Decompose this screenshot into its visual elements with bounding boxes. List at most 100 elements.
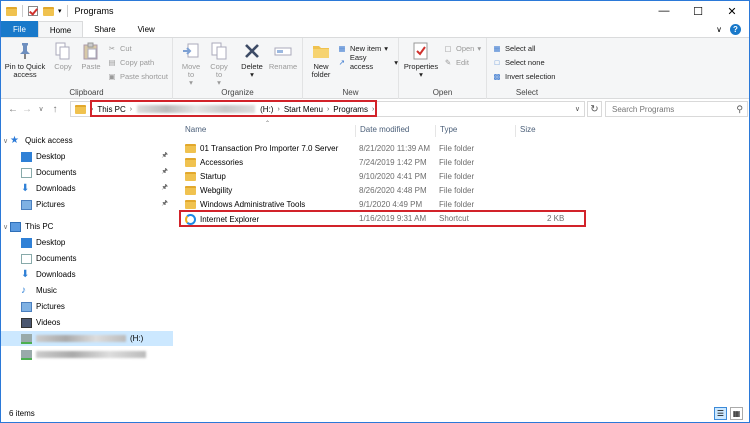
properties-icon	[411, 41, 431, 61]
column-date-modified[interactable]: Date modified	[355, 125, 409, 137]
tab-share[interactable]: Share	[83, 21, 126, 38]
pin-icon	[15, 41, 35, 61]
nav-pc-music[interactable]: ♪ Music	[1, 283, 173, 298]
invert-selection-button[interactable]: ▩ Invert selection	[492, 70, 555, 82]
documents-icon	[21, 167, 32, 178]
edit-icon: ✎	[444, 57, 452, 67]
item-count: 6 items	[9, 409, 35, 418]
rename-icon	[273, 41, 293, 61]
open-button[interactable]: ▢ Open ▾	[443, 42, 481, 54]
quick-access-toolbar: ▾	[1, 5, 71, 17]
nav-network-drive-2[interactable]	[1, 347, 173, 362]
nav-this-pc[interactable]: ∨ This PC	[1, 219, 173, 234]
qat-dropdown-icon[interactable]: ▾	[58, 7, 62, 15]
music-icon: ♪	[21, 284, 26, 296]
new-item-icon: ▦	[338, 43, 346, 53]
group-new: New folder ▦ New item ▾ ↗ Easy access ▾ …	[303, 38, 399, 99]
rename-button[interactable]: Rename	[269, 41, 297, 71]
new-folder-icon	[311, 41, 331, 61]
copy-button[interactable]: Copy	[51, 41, 75, 71]
window-title: Programs	[74, 6, 114, 16]
nav-qa-desktop[interactable]: Desktop 🖈	[1, 149, 173, 164]
pin-quick-access-button[interactable]: Pin to Quick access	[4, 41, 46, 79]
folder-icon	[185, 200, 196, 209]
ribbon-expand-icon[interactable]: ∨	[716, 25, 722, 34]
folder-icon	[185, 144, 196, 153]
tab-home[interactable]: Home	[37, 21, 84, 38]
expanded-chevron-icon[interactable]: ∨	[1, 137, 10, 145]
back-arrow-icon[interactable]: ←	[6, 104, 20, 115]
new-folder-icon[interactable]	[43, 6, 54, 16]
group-select: ▦ Select all □ Select none ▩ Invert sele…	[487, 38, 567, 99]
tab-view[interactable]: View	[127, 21, 166, 38]
up-arrow-icon[interactable]: ↑	[48, 104, 62, 115]
select-label: Select	[515, 88, 539, 97]
refresh-button[interactable]: ↻	[587, 101, 602, 117]
edit-button[interactable]: ✎ Edit	[443, 56, 469, 68]
pinned-icon: 🖈	[161, 168, 168, 175]
file-row[interactable]: Startup 9/10/2020 4:41 PM File folder	[181, 170, 581, 184]
nav-qa-downloads[interactable]: ⬇ Downloads 🖈	[1, 181, 173, 196]
select-none-icon: □	[494, 57, 500, 67]
copy-path-button[interactable]: ▤ Copy path	[107, 56, 154, 68]
paste-shortcut-button[interactable]: ▣ Paste shortcut	[107, 70, 168, 82]
star-icon: ★	[10, 134, 19, 146]
nav-pc-pictures[interactable]: Pictures	[1, 299, 173, 314]
copy-to-button[interactable]: Copy to ▾	[207, 41, 231, 87]
select-none-button[interactable]: □ Select none	[492, 56, 545, 68]
search-box[interactable]: ⚲	[605, 101, 748, 117]
file-row[interactable]: 01 Transaction Pro Importer 7.0 Server 8…	[181, 142, 581, 156]
delete-button[interactable]: Delete ▾	[239, 41, 265, 79]
recent-locations-icon[interactable]: ∨	[34, 105, 48, 113]
column-type[interactable]: Type	[435, 125, 457, 137]
move-to-icon	[181, 41, 201, 61]
properties-check-icon[interactable]	[28, 6, 38, 16]
nav-pc-videos[interactable]: Videos	[1, 315, 173, 330]
file-row[interactable]: Accessories 7/24/2019 1:42 PM File folde…	[181, 156, 581, 170]
paste-button[interactable]: Paste	[79, 41, 103, 71]
forward-arrow-icon[interactable]: →	[20, 104, 34, 115]
copy-icon	[53, 41, 73, 61]
address-dropdown-icon[interactable]: ∨	[575, 105, 580, 113]
easy-access-button[interactable]: ↗ Easy access ▾	[337, 53, 398, 71]
ribbon: Pin to Quick access Copy Paste ✂ Cut ▤ C…	[1, 37, 749, 99]
nav-network-drive[interactable]: (H:)	[1, 331, 173, 346]
properties-button[interactable]: Properties ▾	[403, 41, 439, 79]
open-label: Open	[432, 88, 453, 97]
details-view-icon[interactable]: ☰	[714, 407, 727, 420]
downloads-icon: ⬇	[21, 268, 30, 280]
select-all-icon: ▦	[493, 43, 501, 53]
large-icons-view-icon[interactable]: ▦	[730, 407, 743, 420]
navigation-pane: ∨ ★ Quick access Desktop 🖈 Documents 🖈 ⬇…	[1, 125, 173, 400]
select-all-button[interactable]: ▦ Select all	[492, 42, 535, 54]
highlight-internet-explorer	[179, 210, 586, 227]
tab-file[interactable]: File	[1, 21, 38, 38]
column-size[interactable]: Size	[515, 125, 536, 137]
help-icon[interactable]: ?	[730, 24, 741, 35]
highlight-address-path	[90, 100, 377, 117]
maximize-button[interactable]: ☐	[681, 1, 715, 21]
nav-pc-desktop[interactable]: Desktop	[1, 235, 173, 250]
nav-qa-pictures[interactable]: Pictures 🖈	[1, 197, 173, 212]
expanded-chevron-icon[interactable]: ∨	[1, 223, 10, 231]
desktop-icon	[21, 237, 32, 248]
folder-icon	[185, 186, 196, 195]
folder-icon	[185, 172, 196, 181]
minimize-button[interactable]: —	[647, 1, 681, 21]
nav-qa-documents[interactable]: Documents 🖈	[1, 165, 173, 180]
nav-pc-documents[interactable]: Documents	[1, 251, 173, 266]
new-folder-button[interactable]: New folder	[307, 41, 335, 79]
group-clipboard: Pin to Quick access Copy Paste ✂ Cut ▤ C…	[1, 38, 173, 99]
redacted-drive-name	[36, 335, 126, 342]
nav-quick-access[interactable]: ∨ ★ Quick access	[1, 133, 173, 148]
pictures-icon	[21, 199, 32, 210]
pinned-icon: 🖈	[161, 184, 168, 191]
close-button[interactable]: ✕	[715, 1, 749, 21]
search-input[interactable]	[612, 104, 730, 114]
nav-pc-downloads[interactable]: ⬇ Downloads	[1, 267, 173, 282]
move-to-button[interactable]: Move to ▾	[179, 41, 203, 87]
cut-button[interactable]: ✂ Cut	[107, 42, 132, 54]
column-name[interactable]: Name	[181, 125, 206, 137]
organize-label: Organize	[221, 88, 254, 97]
file-row[interactable]: Webgility 8/26/2020 4:48 PM File folder	[181, 184, 581, 198]
